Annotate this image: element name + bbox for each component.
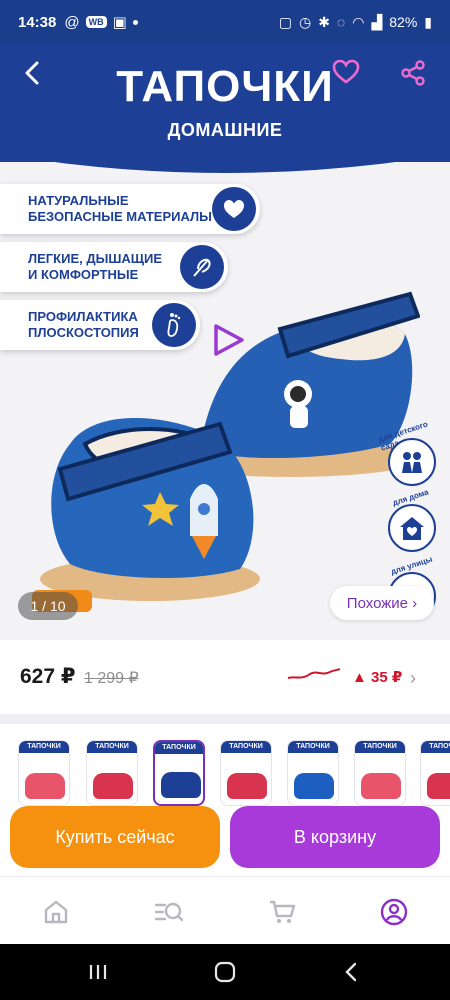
thumbnail-title: ТАПОЧКИ	[87, 741, 137, 753]
similar-button[interactable]: Похожие ›	[330, 586, 434, 620]
thumbnail-variant[interactable]: ТАПОЧКИ	[220, 740, 272, 806]
slippers-photo	[40, 291, 420, 601]
battery-level: 82%	[389, 14, 418, 30]
home-button-icon[interactable]	[213, 960, 237, 984]
favorite-heart-icon[interactable]	[332, 58, 360, 86]
thumbnail-slipper	[93, 773, 133, 799]
product-image-gallery[interactable]: ТАПОЧКИ ДОМАШНИЕ НАТУРАЛЬНЫЕ БЕЗОПАСНЫЕ …	[0, 44, 450, 640]
back-button-icon[interactable]	[340, 960, 364, 984]
app-chip: WB	[85, 16, 107, 28]
kids-icon	[388, 438, 436, 486]
profile-icon[interactable]	[379, 897, 409, 927]
thumbnail-variant[interactable]: ТАПОЧКИ	[420, 740, 450, 806]
thumbnail-title: ТАПОЧКИ	[19, 741, 69, 753]
thumbnail-title: ТАПОЧКИ	[288, 741, 338, 753]
share-icon[interactable]	[398, 58, 428, 88]
recent-apps-icon[interactable]	[86, 960, 110, 984]
status-notifications: @ WB ▣	[64, 13, 138, 31]
dot-icon	[132, 19, 138, 25]
old-price: 1 299 ₽	[84, 670, 139, 687]
thumbnail-title: ТАПОЧКИ	[421, 741, 450, 753]
signal-icon: ▟	[371, 13, 383, 30]
thumbnail-slipper	[161, 772, 201, 798]
thumbnail-title: ТАПОЧКИ	[221, 741, 271, 753]
house-heart-icon	[388, 504, 436, 552]
price-trend-icon	[287, 668, 341, 679]
cart-icon[interactable]	[267, 897, 297, 927]
thumbnail-variant[interactable]: ТАПОЧКИ	[86, 740, 138, 806]
image-counter: 1 / 10	[18, 592, 78, 620]
status-system-icons: ▢ ◷ ✱ ◌ ◠ ▟ 82% ▮	[279, 14, 432, 31]
add-to-cart-button[interactable]: В корзину	[230, 806, 440, 868]
banner-wave	[0, 144, 450, 173]
catalog-search-icon[interactable]	[154, 897, 184, 927]
chevron-right-icon[interactable]: ›	[410, 668, 416, 689]
at-icon: @	[64, 13, 80, 31]
home-icon[interactable]	[41, 897, 71, 927]
thumbnail-slipper	[227, 773, 267, 799]
mute-icon: ◌	[336, 14, 346, 30]
thumbnail-slipper	[427, 773, 450, 799]
thumbnail-variant[interactable]: ТАПОЧКИ	[18, 740, 70, 806]
battery-icon: ▮	[424, 13, 432, 30]
heart-icon	[212, 187, 256, 231]
bluetooth-icon: ✱	[318, 13, 330, 30]
section-divider	[0, 714, 450, 724]
feature-natural-materials: НАТУРАЛЬНЫЕ БЕЗОПАСНЫЕ МАТЕРИАЛЫ	[0, 184, 260, 234]
wifi-icon: ◠	[352, 13, 365, 30]
thumbnail-slipper	[294, 773, 334, 799]
thumbnail-title: ТАПОЧКИ	[355, 741, 405, 753]
image-icon: ▣	[112, 14, 127, 31]
feature-label: НАТУРАЛЬНЫЕ БЕЗОПАСНЫЕ МАТЕРИАЛЫ	[28, 193, 212, 224]
thumbnail-title: ТАПОЧКИ	[155, 742, 203, 754]
alarm-icon: ◷	[298, 13, 312, 30]
status-bar: 14:38 @ WB ▣ ▢ ◷ ✱ ◌ ◠ ▟ 82% ▮	[0, 0, 450, 44]
thumbnail-variant[interactable]: ТАПОЧКИ	[354, 740, 406, 806]
price-change: ▲ 35 ₽	[352, 669, 403, 686]
bottom-tab-bar	[0, 876, 450, 944]
brand-subtitle: ДОМАШНИЕ	[167, 120, 283, 140]
system-navigation-bar	[0, 944, 450, 1000]
buy-now-button[interactable]: Купить сейчас	[10, 806, 220, 868]
brand-title: ТАПОЧКИ	[116, 62, 334, 111]
back-icon[interactable]	[18, 58, 48, 88]
lock-icon: ▢	[278, 13, 292, 30]
thumbnail-slipper	[25, 773, 65, 799]
thumbnail-variant[interactable]: ТАПОЧКИ	[287, 740, 339, 806]
thumbnail-slipper	[361, 773, 401, 799]
price-row[interactable]: 627 ₽ 1 299 ₽ ▲ 35 ₽ ›	[0, 640, 450, 714]
status-time: 14:38	[18, 13, 57, 31]
variant-thumbnails: ТАПОЧКИ ТАПОЧКИ ТАПОЧКИ ТАПОЧКИ ТАПОЧКИ …	[0, 724, 450, 814]
current-price: 627 ₽	[20, 665, 76, 688]
thumbnail-variant-selected[interactable]: ТАПОЧКИ	[153, 740, 205, 806]
